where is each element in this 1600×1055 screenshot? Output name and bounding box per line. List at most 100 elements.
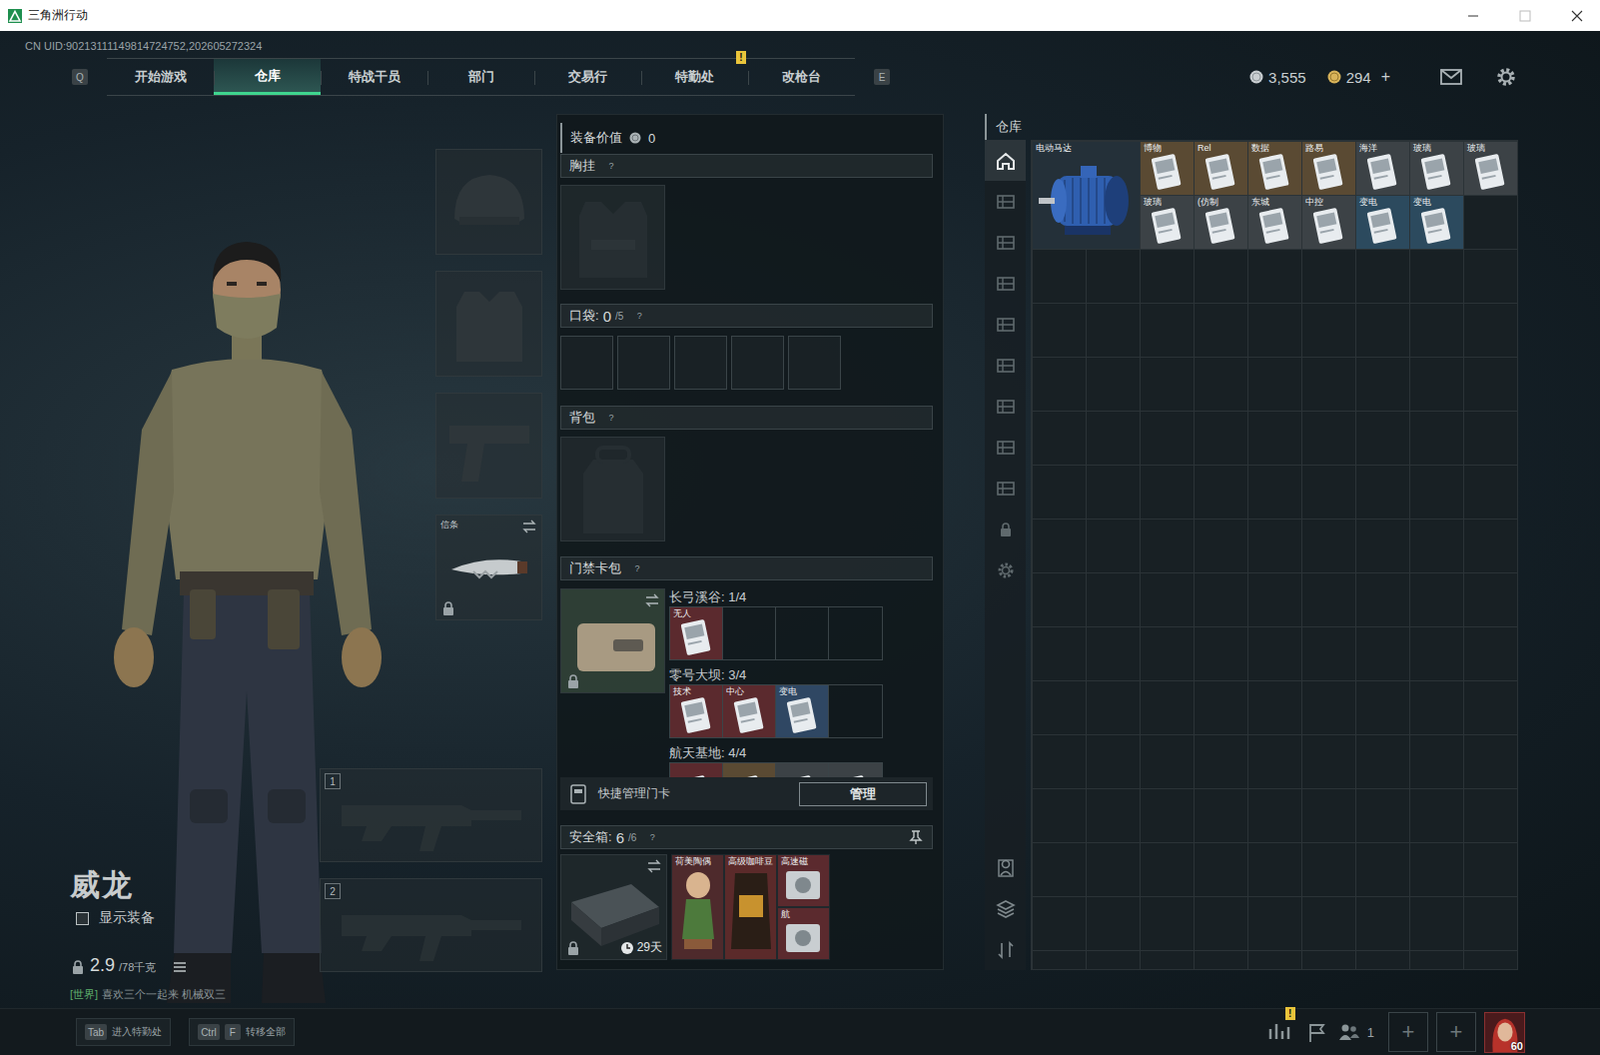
- keycard-slot[interactable]: [723, 607, 777, 660]
- chest-rig-slot[interactable]: [560, 184, 666, 290]
- safebox-item[interactable]: 荷美陶偶: [671, 853, 725, 960]
- keycard-icon: [1248, 151, 1301, 194]
- safebox-case[interactable]: 29天: [560, 853, 668, 960]
- safebox-item[interactable]: 高速磁: [777, 853, 830, 907]
- gear-slot[interactable]: 信条: [435, 514, 543, 621]
- chat-line[interactable]: [世界]喜欢三个一起来 机械双三: [69, 986, 320, 1002]
- warehouse-item[interactable]: 路易: [1302, 141, 1356, 195]
- warehouse-item[interactable]: 玻璃: [1140, 195, 1194, 249]
- warehouse-tab[interactable]: [984, 846, 1026, 888]
- nav-tab[interactable]: 特战干员: [320, 58, 428, 95]
- help-icon[interactable]: ?: [605, 411, 618, 424]
- keycard-slot[interactable]: [828, 685, 882, 738]
- swap-icon[interactable]: [644, 592, 661, 609]
- prev-tab-key[interactable]: Q: [71, 68, 88, 85]
- warehouse-item[interactable]: 东城: [1248, 195, 1302, 249]
- nav-tab[interactable]: 仓库: [213, 58, 321, 95]
- keycard-slot[interactable]: [828, 607, 882, 660]
- mail-icon[interactable]: [1440, 66, 1463, 87]
- manage-button[interactable]: 管理: [799, 782, 927, 806]
- warehouse-tab[interactable]: [984, 303, 1026, 345]
- keycard-slot[interactable]: [828, 763, 882, 778]
- gear-slot[interactable]: [435, 148, 543, 255]
- warehouse-item[interactable]: Rel: [1194, 141, 1248, 195]
- warehouse-tab[interactable]: [984, 344, 1026, 386]
- nav-tab[interactable]: 改枪台: [748, 58, 855, 95]
- warehouse-tab[interactable]: [984, 467, 1026, 509]
- safebox-item[interactable]: 航: [777, 906, 830, 960]
- pin-icon[interactable]: [907, 828, 924, 845]
- stats-button[interactable]: !: [1267, 1018, 1292, 1045]
- minimize-icon[interactable]: [1450, 0, 1497, 31]
- help-icon[interactable]: ?: [631, 562, 644, 575]
- flag-icon[interactable]: [1305, 1020, 1328, 1043]
- keycard-slot[interactable]: [723, 763, 777, 778]
- warehouse-item[interactable]: 玻璃: [1464, 141, 1518, 195]
- nav-tab[interactable]: 特勤处!: [641, 58, 749, 95]
- warehouse-item[interactable]: (仿制: [1194, 195, 1248, 249]
- swap-icon[interactable]: [646, 857, 663, 874]
- nav-tab[interactable]: 交易行: [534, 58, 642, 95]
- shortcut-hint[interactable]: CtrlF转移全部: [188, 1017, 295, 1046]
- warehouse-tab[interactable]: [984, 426, 1026, 468]
- shortcut-hint[interactable]: Tab进入特勤处: [75, 1017, 171, 1046]
- safebox-header: 安全箱:6/6?: [560, 824, 933, 849]
- show-equipment-toggle[interactable]: 显示装备: [75, 906, 320, 929]
- pocket-slot[interactable]: [788, 335, 841, 390]
- warehouse-item[interactable]: 海洋: [1356, 141, 1410, 195]
- item-label: 变电: [1413, 196, 1432, 208]
- warehouse-tab[interactable]: [984, 887, 1026, 929]
- pocket-slot[interactable]: [731, 335, 785, 390]
- warehouse-tab[interactable]: [984, 180, 1026, 222]
- player-avatar[interactable]: 60: [1484, 1011, 1526, 1053]
- warehouse-item[interactable]: 中控: [1302, 195, 1356, 249]
- keycard-case[interactable]: [560, 588, 666, 694]
- gear-icon[interactable]: [1496, 66, 1517, 87]
- show-equipment-checkbox[interactable]: [75, 911, 89, 925]
- nav-tab[interactable]: 部门: [427, 58, 535, 95]
- list-icon[interactable]: [171, 959, 188, 974]
- warehouse-item[interactable]: 数据: [1248, 141, 1302, 195]
- keycard-slot[interactable]: 技术: [670, 685, 724, 738]
- keycard-slot[interactable]: 变电: [776, 685, 829, 738]
- close-icon[interactable]: [1554, 0, 1600, 31]
- warehouse-item[interactable]: 博物: [1140, 141, 1194, 195]
- shelf-icon: [994, 354, 1017, 377]
- nav-tab[interactable]: 开始游戏: [106, 58, 214, 95]
- add-member-button[interactable]: +: [1436, 1011, 1477, 1052]
- keycard-slot[interactable]: [776, 607, 829, 660]
- gear-slot[interactable]: [435, 270, 543, 377]
- weapon-slot[interactable]: 2: [319, 877, 543, 972]
- keycard-slot[interactable]: [776, 763, 829, 778]
- safebox-item[interactable]: 高级咖啡豆: [724, 853, 778, 960]
- help-icon[interactable]: ?: [605, 159, 618, 172]
- help-icon[interactable]: ?: [646, 830, 659, 843]
- rifle-icon: [331, 775, 532, 855]
- warehouse-item[interactable]: 变电: [1410, 195, 1464, 249]
- next-tab-key[interactable]: E: [873, 68, 890, 85]
- party-button[interactable]: 1: [1337, 1020, 1375, 1043]
- pocket-slot[interactable]: [560, 335, 614, 390]
- gear-slot[interactable]: [435, 392, 543, 499]
- add-currency-button[interactable]: +: [1381, 67, 1391, 86]
- swap-icon[interactable]: [521, 518, 538, 535]
- warehouse-tab[interactable]: [984, 221, 1026, 263]
- warehouse-item[interactable]: 电动马达: [1032, 141, 1140, 249]
- pocket-slot[interactable]: [674, 335, 728, 390]
- backpack-slot[interactable]: [560, 436, 666, 542]
- warehouse-tab[interactable]: [984, 508, 1026, 550]
- warehouse-tab[interactable]: [984, 549, 1026, 591]
- warehouse-item[interactable]: 变电: [1356, 195, 1410, 249]
- warehouse-tab[interactable]: [984, 928, 1026, 970]
- add-member-button[interactable]: +: [1388, 1011, 1429, 1052]
- keycard-slot[interactable]: 中心: [723, 685, 777, 738]
- help-icon[interactable]: ?: [633, 309, 646, 322]
- warehouse-tab[interactable]: [984, 262, 1026, 304]
- warehouse-item[interactable]: 玻璃: [1410, 141, 1464, 195]
- warehouse-tab[interactable]: [984, 139, 1026, 181]
- warehouse-tab[interactable]: [984, 385, 1026, 427]
- keycard-slot[interactable]: 无人: [670, 607, 724, 660]
- keycard-slot[interactable]: [670, 763, 724, 778]
- pocket-slot[interactable]: [617, 335, 671, 390]
- weapon-slot[interactable]: 1: [319, 768, 543, 862]
